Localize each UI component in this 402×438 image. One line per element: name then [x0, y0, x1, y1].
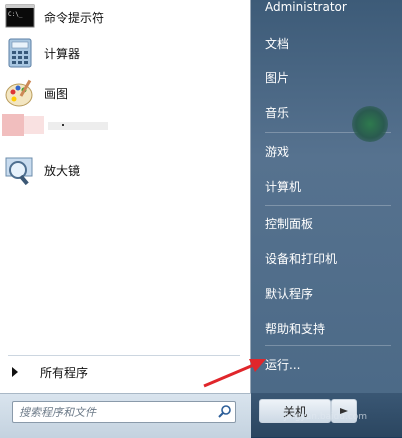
- program-label: 计算器: [44, 46, 81, 61]
- blurred-program-icon: [2, 114, 108, 136]
- watermark: jingyan.baidu.com: [284, 412, 368, 422]
- run-link[interactable]: 运行...: [259, 349, 402, 379]
- program-item-magnifier[interactable]: 放大镜: [4, 153, 244, 187]
- shutdown-area: 关机 jingyan.baidu.com: [251, 393, 402, 437]
- all-programs-label: 所有程序: [40, 365, 89, 380]
- documents-link[interactable]: 文档: [259, 28, 402, 58]
- computer-link[interactable]: 计算机: [259, 171, 402, 201]
- program-item-cmd[interactable]: C:\_ 命令提示符: [4, 0, 244, 34]
- games-link[interactable]: 游戏: [259, 136, 402, 166]
- control-panel-link[interactable]: 控制面板: [259, 208, 402, 238]
- svg-text:C:\_: C:\_: [8, 11, 23, 18]
- decorative-glow: [352, 106, 388, 142]
- pictures-link[interactable]: 图片: [259, 62, 402, 92]
- paint-icon: [5, 79, 33, 107]
- places-pane: Administrator 文档 图片 音乐 游戏 计算机 控制面板 设备和打印…: [251, 0, 402, 393]
- separator: [265, 205, 391, 206]
- program-label: 画图: [44, 86, 69, 101]
- cmd-icon: C:\_: [5, 4, 35, 28]
- search-icon[interactable]: [217, 404, 233, 420]
- search-box: [12, 401, 236, 423]
- triangle-right-icon: [12, 367, 18, 377]
- program-item-paint[interactable]: 画图: [4, 76, 244, 110]
- search-input[interactable]: [13, 404, 217, 420]
- start-menu: C:\_ 命令提示符 计算器 画图 放大镜 所有程序 搜索程序和文件 Admin…: [0, 0, 402, 438]
- program-item-calculator[interactable]: 计算器: [4, 36, 244, 70]
- devices-printers-link[interactable]: 设备和打印机: [259, 243, 402, 273]
- search-row: [0, 393, 251, 438]
- magnifier-icon: [5, 157, 33, 186]
- separator: [265, 345, 391, 346]
- user-name-link[interactable]: Administrator: [259, 0, 402, 22]
- program-label: 命令提示符: [44, 10, 105, 25]
- program-label: 放大镜: [44, 163, 81, 178]
- annotation-arrow-icon: [203, 359, 266, 388]
- calculator-icon: [8, 38, 32, 68]
- programs-pane: C:\_ 命令提示符 计算器 画图 放大镜 所有程序: [0, 0, 251, 393]
- help-support-link[interactable]: 帮助和支持: [259, 313, 402, 343]
- default-programs-link[interactable]: 默认程序: [259, 278, 402, 308]
